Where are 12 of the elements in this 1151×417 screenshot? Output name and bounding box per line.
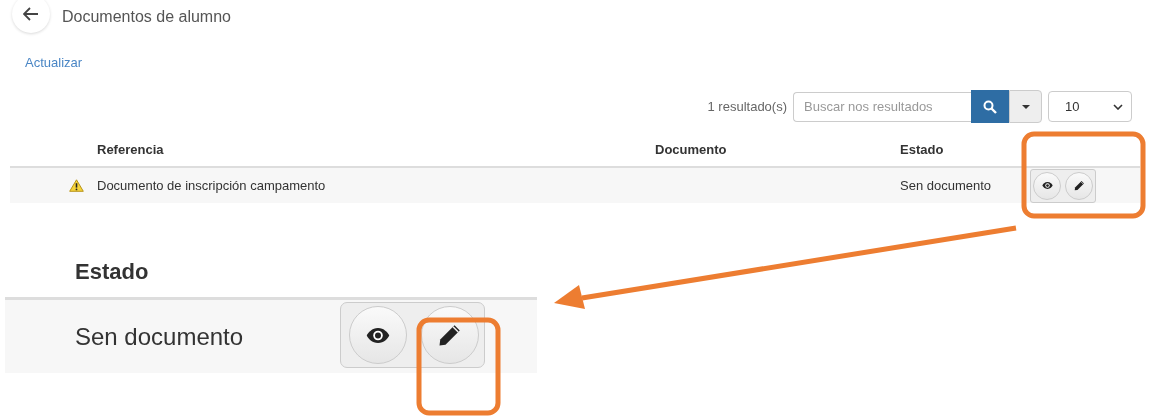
page-size-select[interactable]: 10 [1048,91,1132,122]
page-title: Documentos de alumno [62,7,231,26]
column-header: Referencia [97,141,165,157]
column-header: Estado [900,141,945,157]
table-cell-text: Sen documento [900,178,993,193]
table-cell-text: Documento de inscripción campamento [97,178,327,193]
search-field[interactable]: Buscar nos resultados [793,91,971,122]
refresh-link[interactable]: Actualizar [25,55,83,70]
result-count: 1 resultado(s) [707,99,787,114]
column-header: Estado [75,259,149,285]
column-header: Documento [655,141,728,157]
status-text: Sen documento [74,322,245,351]
